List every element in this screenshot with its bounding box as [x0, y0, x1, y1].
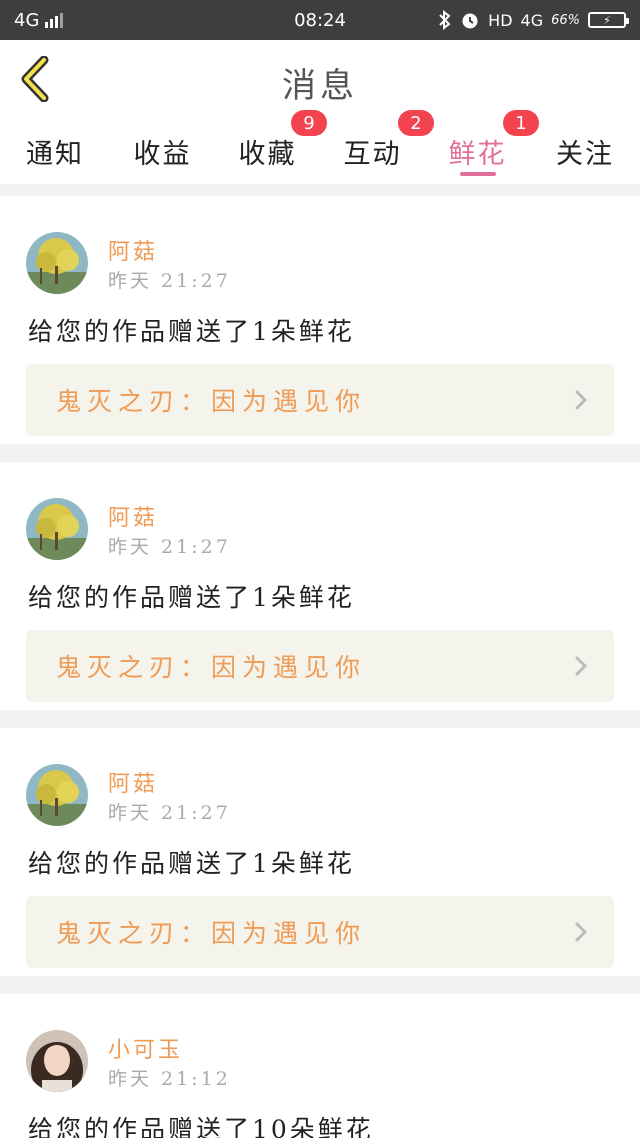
tab-notifications[interactable]: 通知 — [0, 118, 110, 184]
signal-icon — [45, 12, 64, 28]
message-list: 阿菇 昨天 21:27 给您的作品赠送了1朵鲜花 鬼灭之刃：因为遇见你 阿菇 昨… — [0, 184, 640, 1138]
avatar[interactable] — [26, 498, 88, 560]
message-card: 阿菇 昨天 21:27 给您的作品赠送了1朵鲜花 鬼灭之刃：因为遇见你 — [0, 728, 640, 976]
active-tab-indicator — [459, 172, 496, 176]
battery-icon: ⚡ — [588, 12, 629, 28]
user-name[interactable]: 阿菇 — [108, 500, 158, 532]
tab-flowers[interactable]: 鲜花 1 — [425, 110, 539, 184]
user-name[interactable]: 阿菇 — [108, 766, 158, 798]
status-bar-left: 4G — [14, 9, 64, 31]
tab-label: 鲜花 — [448, 138, 507, 170]
tab-favorites[interactable]: 收藏 9 — [215, 110, 327, 184]
status-bar: 4G 08:24 HD 4G 66% ⚡ — [0, 0, 640, 40]
work-title: 鬼灭之刃：因为遇见你 — [56, 919, 367, 948]
timestamp: 昨天 21:12 — [108, 1068, 231, 1090]
network-right-label: 4G — [520, 10, 544, 30]
user-name[interactable]: 小可玉 — [108, 1032, 183, 1064]
tab-label: 关注 — [556, 138, 614, 170]
tab-follows[interactable]: 关注 — [530, 118, 640, 184]
work-title: 鬼灭之刃：因为遇见你 — [56, 653, 367, 682]
timestamp: 昨天 21:27 — [108, 802, 231, 824]
user-name[interactable]: 阿菇 — [108, 234, 158, 266]
tab-bar: 通知 收益 收藏 9 互动 2 鲜花 1 关注 — [0, 110, 640, 184]
work-link[interactable]: 鬼灭之刃：因为遇见你 — [26, 630, 614, 702]
timestamp: 昨天 21:27 — [108, 270, 231, 292]
message-card: 阿菇 昨天 21:27 给您的作品赠送了1朵鲜花 鬼灭之刃：因为遇见你 — [0, 196, 640, 444]
girl-avatar-icon — [26, 1030, 88, 1092]
tree-avatar-icon — [26, 498, 88, 560]
chevron-right-icon — [575, 922, 588, 942]
tab-label: 互动 — [343, 138, 402, 170]
tab-label: 收藏 — [238, 138, 297, 170]
battery-text: 66% — [551, 12, 580, 28]
tree-avatar-icon — [26, 232, 88, 294]
message-text: 给您的作品赠送了1朵鲜花 — [28, 849, 355, 878]
chevron-right-icon — [575, 656, 588, 676]
message-card: 阿菇 昨天 21:27 给您的作品赠送了1朵鲜花 鬼灭之刃：因为遇见你 — [0, 462, 640, 710]
tab-interactions[interactable]: 互动 2 — [320, 110, 434, 184]
hd-label: HD — [488, 10, 513, 30]
message-card: 小可玉 昨天 21:12 给您的作品赠送了10朵鲜花 — [0, 994, 640, 1138]
network-label: 4G — [14, 9, 40, 31]
work-link[interactable]: 鬼灭之刃：因为遇见你 — [26, 364, 614, 436]
status-bar-right: HD 4G 66% ⚡ — [438, 10, 629, 30]
avatar[interactable] — [26, 232, 88, 294]
page-title: 消息 — [282, 66, 358, 106]
tab-label: 通知 — [26, 138, 84, 170]
message-text: 给您的作品赠送了10朵鲜花 — [28, 1115, 374, 1138]
work-link[interactable]: 鬼灭之刃：因为遇见你 — [26, 896, 614, 968]
work-title: 鬼灭之刃：因为遇见你 — [56, 387, 367, 416]
tree-avatar-icon — [26, 764, 88, 826]
message-text: 给您的作品赠送了1朵鲜花 — [28, 317, 355, 346]
avatar[interactable] — [26, 764, 88, 826]
tab-earnings[interactable]: 收益 — [110, 118, 215, 184]
avatar[interactable] — [26, 1030, 88, 1092]
message-text: 给您的作品赠送了1朵鲜花 — [28, 583, 355, 612]
bluetooth-icon — [439, 10, 451, 30]
timestamp: 昨天 21:27 — [108, 536, 231, 558]
header: 消息 — [0, 40, 640, 119]
alarm-icon — [462, 13, 478, 29]
tab-label: 收益 — [133, 138, 192, 170]
chevron-right-icon — [575, 390, 588, 410]
